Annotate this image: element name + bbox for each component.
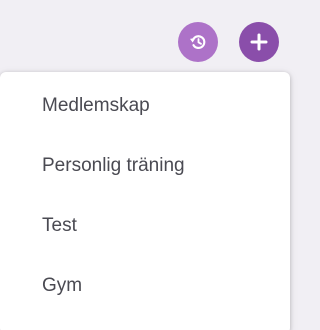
history-button[interactable] xyxy=(178,22,218,62)
history-icon xyxy=(190,35,206,50)
add-button[interactable] xyxy=(239,22,279,62)
menu-item-gym[interactable]: Gym xyxy=(42,275,82,297)
menu-item-test[interactable]: Test xyxy=(42,215,77,237)
menu-item-personlig-traning[interactable]: Personlig träning xyxy=(42,155,185,177)
plus-icon xyxy=(250,33,268,51)
app-screen: Medlemskap Personlig träning Test Gym xyxy=(0,0,293,330)
dropdown-menu: Medlemskap Personlig träning Test Gym xyxy=(0,72,290,330)
menu-item-medlemskap[interactable]: Medlemskap xyxy=(42,95,150,117)
